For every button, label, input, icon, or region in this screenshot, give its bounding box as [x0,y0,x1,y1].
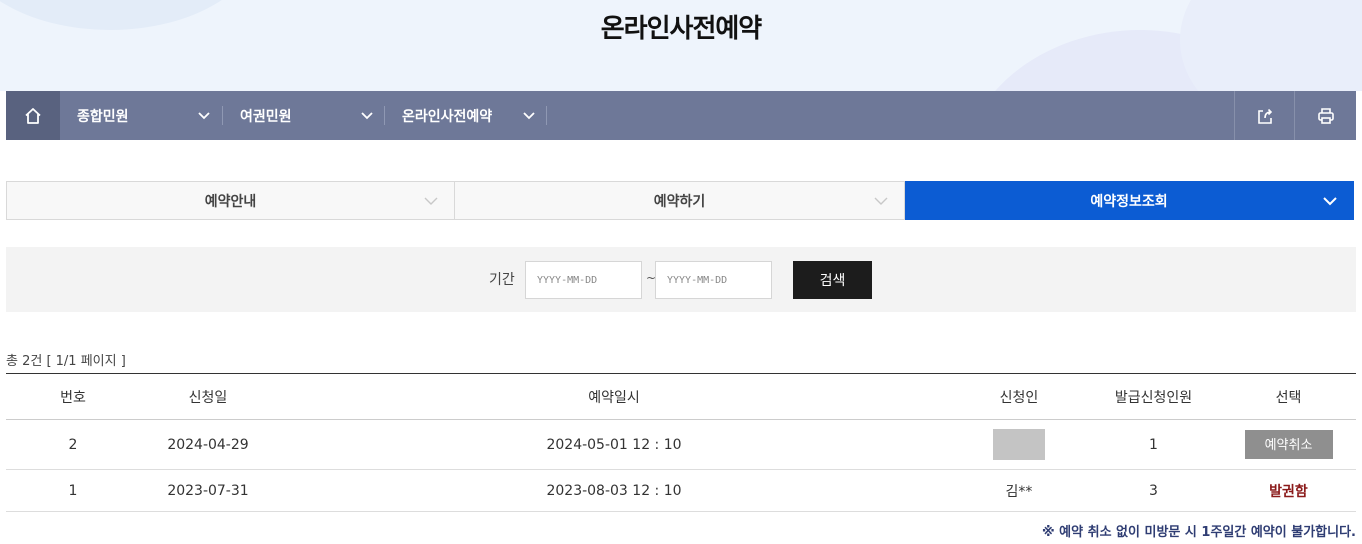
print-icon [1317,107,1334,124]
tab-make-reservation[interactable]: 예약하기 [455,181,905,220]
cell-issue-count: 3 [1086,469,1221,512]
column-header-applicant: 신청인 [952,373,1086,420]
nav-menu-label: 여권민원 [240,108,292,125]
cell-applicant: 김** [952,469,1086,512]
column-header-reservation-datetime: 예약일시 [276,373,952,420]
reservation-table: 번호 신청일 예약일시 신청인 발급신청인원 선택 2 2024-04-29 2… [6,373,1356,512]
column-header-applied-date: 신청일 [140,373,276,420]
page-title: 온라인사전예약 [600,14,762,44]
cell-applied-date: 2023-07-31 [140,469,276,512]
cell-applied-date: 2024-04-29 [140,419,276,470]
tab-label: 예약하기 [653,193,706,210]
nav-menu-label: 종합민원 [77,108,129,125]
result-count: 총 2건 [ 1/1 페이지 ] [6,354,126,369]
cell-action: 발권함 [1221,469,1356,512]
cell-action: 예약취소 [1221,419,1356,470]
chevron-down-icon [349,111,385,120]
chevron-down-icon [874,194,888,210]
end-date-input[interactable] [655,261,772,299]
tab-label: 예약안내 [204,193,257,210]
column-header-issue-count: 발급신청인원 [1086,373,1221,420]
cell-applicant [952,419,1086,470]
home-button[interactable] [6,91,60,140]
start-date-input[interactable] [525,261,642,299]
column-header-number: 번호 [6,373,140,420]
table-row: 2 2024-04-29 2024-05-01 12 : 10 1 예약취소 [6,419,1356,470]
cell-number: 2 [6,419,140,470]
table-header-row: 번호 신청일 예약일시 신청인 발급신청인원 선택 [6,373,1356,420]
chevron-down-icon [1323,194,1337,210]
chevron-down-icon [186,111,222,120]
redacted-applicant [993,429,1045,460]
nav-divider [546,106,547,125]
tab-reservation-lookup[interactable]: 예약정보조회 [905,181,1354,220]
column-header-action: 선택 [1221,373,1356,420]
tab-reservation-guide[interactable]: 예약안내 [6,181,455,220]
tab-label: 예약정보조회 [1090,193,1168,210]
reservation-tabs: 예약안내 예약하기 예약정보조회 [6,181,1354,220]
location-navbar: 종합민원 여권민원 온라인사전예약 [6,91,1356,140]
nav-menu-general-civil[interactable]: 종합민원 [60,91,222,140]
share-button[interactable] [1234,91,1294,140]
share-icon [1257,108,1272,124]
period-label: 기간 [489,272,515,288]
cell-issue-count: 1 [1086,419,1221,470]
table-row: 1 2023-07-31 2023-08-03 12 : 10 김** 3 발권… [6,469,1356,512]
chevron-down-icon [424,194,438,210]
nav-menu-label: 온라인사전예약 [402,108,493,125]
home-icon [25,107,41,124]
cell-reservation-datetime: 2024-05-01 12 : 10 [276,419,952,470]
cancel-reservation-button[interactable]: 예약취소 [1244,430,1333,459]
no-show-notice: ※ 예약 취소 없이 미방문 시 1주일간 예약이 불가합니다. [1042,525,1356,540]
search-button[interactable]: 검색 [793,261,872,299]
cell-reservation-datetime: 2023-08-03 12 : 10 [276,469,952,512]
nav-menu-passport-civil[interactable]: 여권민원 [223,91,385,140]
issued-status: 발권함 [1269,483,1308,500]
chevron-down-icon [511,111,547,120]
print-button[interactable] [1294,91,1356,140]
search-panel: 기간 ~ 검색 [6,247,1356,312]
page-header-banner: 온라인사전예약 [0,0,1362,91]
cell-number: 1 [6,469,140,512]
nav-menu-online-reservation[interactable]: 온라인사전예약 [385,91,547,140]
